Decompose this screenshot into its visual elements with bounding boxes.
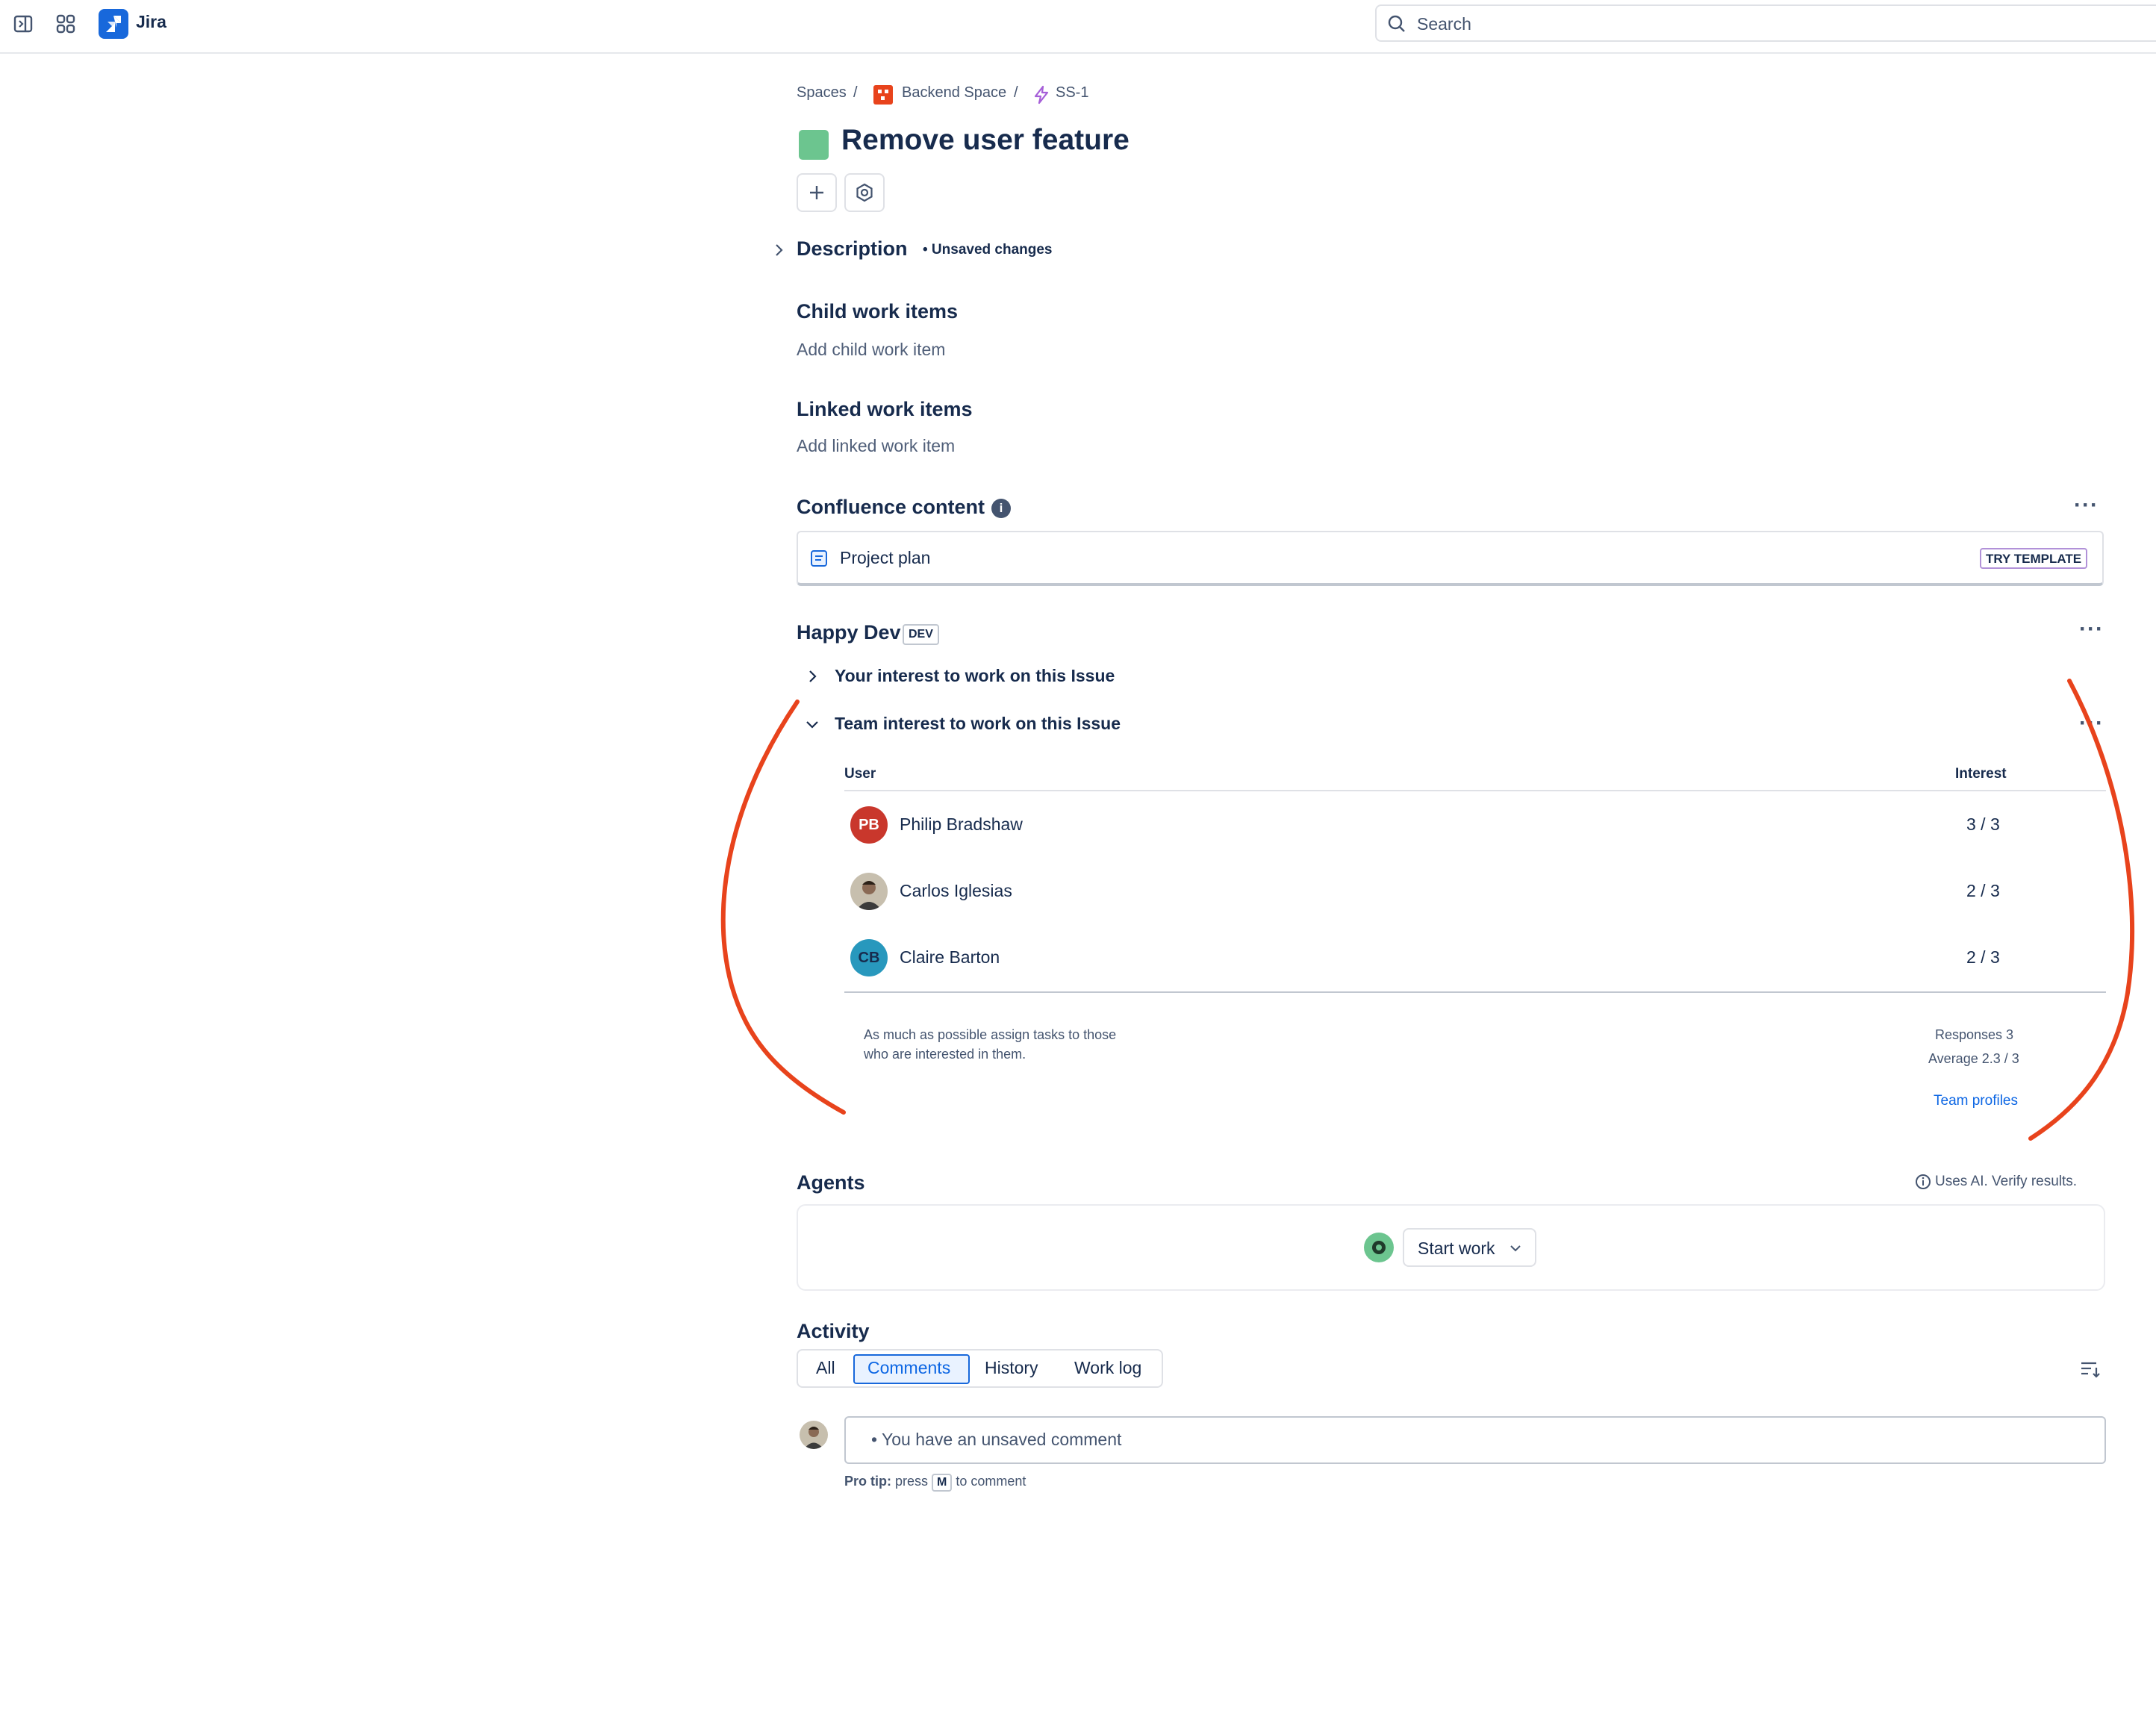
table-row: CB Claire Barton 2 / 3 — [844, 924, 2106, 991]
apps-button[interactable] — [844, 173, 885, 212]
unsaved-status: • Unsaved changes — [923, 242, 1053, 258]
search-input[interactable]: Search — [1375, 4, 2156, 42]
issue-type-icon[interactable] — [799, 130, 829, 160]
your-interest-toggle[interactable]: Your interest to work on this Issue — [835, 666, 1115, 686]
child-items-heading: Child work items — [797, 300, 959, 323]
user-interest: 3 / 3 — [1966, 814, 2000, 834]
page-title[interactable]: Remove user feature — [841, 124, 1130, 157]
responses-count: Responses 3 — [1935, 1027, 2014, 1042]
tab-work-log[interactable]: Work log — [1074, 1358, 1141, 1378]
app-switcher-icon[interactable] — [54, 13, 77, 35]
user-name: Carlos Iglesias — [900, 881, 1012, 900]
description-heading[interactable]: Description — [797, 237, 908, 261]
chevron-down-icon — [1510, 1245, 1521, 1252]
try-template-badge[interactable]: TRY TEMPLATE — [1980, 548, 2088, 569]
pro-tip: Pro tip: press M to comment — [844, 1474, 1026, 1492]
user-name: Claire Barton — [900, 947, 1000, 967]
happy-dev-heading: Happy Dev — [797, 621, 901, 644]
average-score: Average 2.3 / 3 — [1928, 1051, 2019, 1066]
more-options-icon[interactable]: ··· — [2079, 617, 2104, 642]
activity-heading: Activity — [797, 1320, 870, 1342]
info-outline-icon — [1915, 1174, 1931, 1190]
confluence-item-label: Project plan — [840, 548, 931, 567]
add-button[interactable] — [797, 173, 837, 212]
table-row: PB Philip Bradshaw 3 / 3 — [844, 791, 2106, 858]
user-name: Philip Bradshaw — [900, 814, 1023, 834]
annotation-stroke-right — [2028, 679, 2135, 1141]
linked-items-heading: Linked work items — [797, 398, 973, 420]
epic-lightning-icon — [1032, 85, 1050, 105]
jira-logo-icon[interactable] — [99, 9, 128, 39]
pro-tip-suffix: to comment — [956, 1474, 1026, 1489]
breadcrumb-issue-key[interactable]: SS-1 — [1056, 84, 1088, 102]
activity-tabs: All Comments History Work log — [797, 1349, 1163, 1388]
tab-all[interactable]: All — [816, 1358, 835, 1378]
annotation-stroke-left — [720, 700, 846, 1115]
add-child-item-link[interactable]: Add child work item — [797, 340, 945, 360]
plus-icon — [810, 186, 823, 199]
breadcrumb-space[interactable]: Backend Space — [902, 84, 1006, 102]
search-placeholder: Search — [1417, 14, 1471, 34]
table-bottom-divider — [844, 991, 2106, 993]
top-bar: Jira Search — [0, 0, 2156, 54]
team-profiles-link[interactable]: Team profiles — [1934, 1093, 2018, 1109]
team-interest-toggle[interactable]: Team interest to work on this Issue — [835, 714, 1121, 734]
confluence-heading: Confluence content — [797, 496, 985, 518]
ai-note: Uses AI. Verify results. — [1935, 1174, 2078, 1189]
sort-icon[interactable] — [2080, 1359, 2101, 1380]
start-work-button[interactable]: Start work — [1403, 1228, 1536, 1267]
comment-placeholder: • You have an unsaved comment — [871, 1430, 1122, 1449]
chevron-right-icon[interactable] — [770, 242, 787, 262]
note-line-1: As much as possible assign tasks to thos… — [864, 1027, 1117, 1042]
pro-tip-label: Pro tip: — [844, 1474, 891, 1489]
tab-history[interactable]: History — [985, 1358, 1038, 1378]
dev-badge: DEV — [903, 624, 939, 645]
confluence-item[interactable]: Project plan — [797, 531, 2104, 586]
avatar — [800, 1421, 828, 1449]
space-icon — [873, 85, 893, 105]
agents-heading: Agents — [797, 1171, 865, 1194]
more-options-icon[interactable]: ··· — [2074, 493, 2099, 518]
app-title[interactable]: Jira — [136, 12, 166, 32]
comment-input[interactable]: • You have an unsaved comment — [844, 1416, 2106, 1464]
pro-tip-press: press — [895, 1474, 929, 1489]
breadcrumb-spaces[interactable]: Spaces — [797, 84, 847, 102]
add-linked-item-link[interactable]: Add linked work item — [797, 436, 955, 456]
agent-avatar-icon — [1364, 1233, 1394, 1262]
info-icon[interactable]: i — [991, 499, 1011, 518]
breadcrumb-separator: / — [1014, 84, 1018, 101]
table-row: Carlos Iglesias 2 / 3 — [844, 858, 2106, 924]
page-icon — [810, 549, 828, 568]
hexagon-gear-icon — [856, 183, 873, 202]
user-interest: 2 / 3 — [1966, 881, 2000, 900]
tab-comments[interactable]: Comments — [867, 1358, 950, 1378]
user-interest: 2 / 3 — [1966, 947, 2000, 967]
search-icon — [1388, 15, 1405, 32]
column-header-interest: Interest — [1955, 766, 2007, 782]
shortcut-key: M — [932, 1474, 953, 1492]
note-line-2: who are interested in them. — [864, 1047, 1026, 1062]
breadcrumb-separator: / — [853, 84, 858, 101]
sidebar-toggle-icon[interactable] — [12, 13, 34, 35]
start-work-label: Start work — [1418, 1239, 1495, 1258]
